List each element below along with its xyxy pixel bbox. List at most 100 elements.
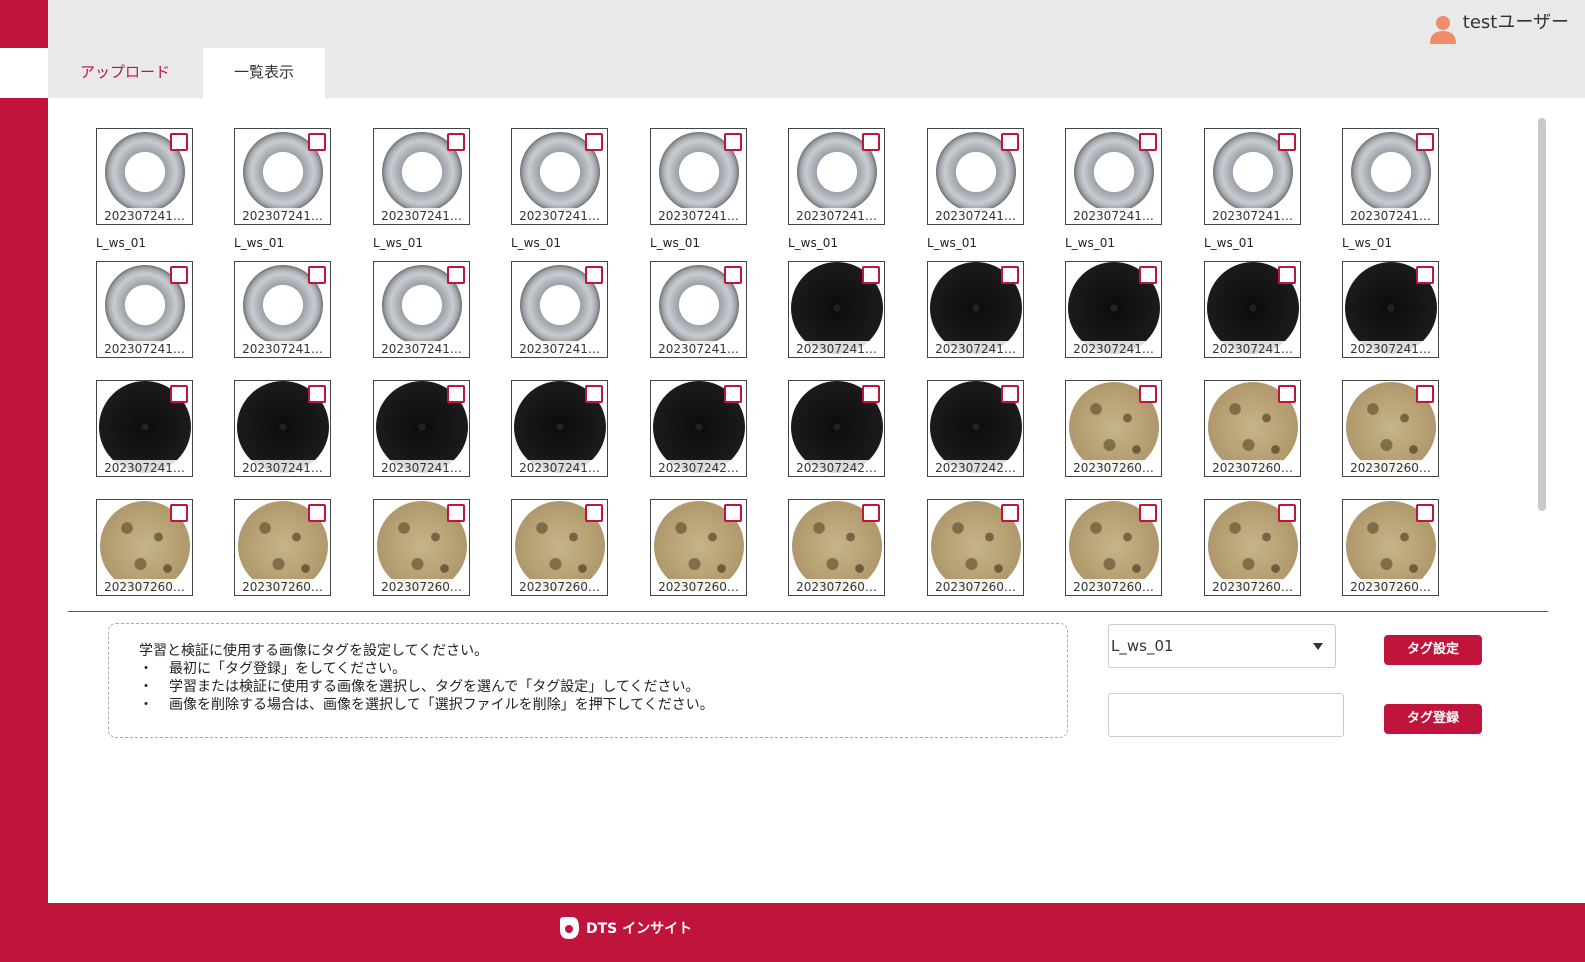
select-checkbox[interactable]: [724, 385, 742, 403]
image-thumbnail[interactable]: 202307241…: [927, 128, 1024, 225]
select-checkbox[interactable]: [1416, 504, 1434, 522]
select-checkbox[interactable]: [1139, 385, 1157, 403]
select-checkbox[interactable]: [1278, 266, 1296, 284]
select-checkbox[interactable]: [1416, 133, 1434, 151]
select-checkbox[interactable]: [862, 385, 880, 403]
thumbnail-filename: 202307241…: [928, 208, 1023, 224]
select-checkbox[interactable]: [585, 266, 603, 284]
select-checkbox[interactable]: [447, 504, 465, 522]
select-checkbox[interactable]: [308, 266, 326, 284]
image-thumbnail[interactable]: 202307260…: [234, 499, 331, 596]
image-thumbnail[interactable]: 202307241…: [234, 380, 331, 477]
select-checkbox[interactable]: [724, 504, 742, 522]
tab-upload[interactable]: アップロード: [60, 48, 190, 98]
image-thumbnail[interactable]: 202307241…: [511, 380, 608, 477]
select-checkbox[interactable]: [1278, 504, 1296, 522]
image-thumbnail[interactable]: 202307260…: [96, 499, 193, 596]
image-thumbnail[interactable]: 202307241…: [234, 261, 331, 358]
select-checkbox[interactable]: [585, 133, 603, 151]
select-checkbox[interactable]: [1139, 504, 1157, 522]
image-thumbnail[interactable]: 202307241…: [927, 261, 1024, 358]
image-thumbnail[interactable]: 202307241…: [788, 261, 885, 358]
select-checkbox[interactable]: [862, 266, 880, 284]
image-thumbnail[interactable]: 202307260…: [788, 499, 885, 596]
select-checkbox[interactable]: [1278, 385, 1296, 403]
user-menu[interactable]: testユーザー: [1429, 8, 1569, 44]
select-checkbox[interactable]: [1001, 504, 1019, 522]
thumbnail-filename: 202307241…: [235, 208, 330, 224]
select-checkbox[interactable]: [447, 266, 465, 284]
image-thumbnail[interactable]: 202307242…: [650, 380, 747, 477]
select-checkbox[interactable]: [585, 385, 603, 403]
image-thumbnail[interactable]: 202307242…: [788, 380, 885, 477]
thumbnail-filename: 202307260…: [1066, 579, 1161, 595]
select-checkbox[interactable]: [170, 133, 188, 151]
image-thumbnail[interactable]: 202307241…: [373, 261, 470, 358]
image-thumbnail[interactable]: 202307260…: [1204, 499, 1301, 596]
image-thumbnail[interactable]: 202307241…: [96, 380, 193, 477]
image-thumbnail[interactable]: 202307241…: [650, 128, 747, 225]
thumbnail-filename: 202307241…: [512, 341, 607, 357]
image-thumbnail[interactable]: 202307260…: [1204, 380, 1301, 477]
tag-name-input[interactable]: [1108, 693, 1344, 737]
image-thumbnail[interactable]: 202307241…: [234, 128, 331, 225]
tag-select-value: L_ws_01: [1111, 637, 1174, 655]
image-thumbnail[interactable]: 202307260…: [650, 499, 747, 596]
select-checkbox[interactable]: [724, 133, 742, 151]
select-checkbox[interactable]: [862, 133, 880, 151]
image-thumbnail[interactable]: 202307260…: [1342, 499, 1439, 596]
image-thumbnail[interactable]: 202307260…: [373, 499, 470, 596]
image-thumbnail[interactable]: 202307241…: [1065, 128, 1162, 225]
image-thumbnail[interactable]: 202307260…: [1065, 499, 1162, 596]
thumbnail-filename: 202307260…: [928, 579, 1023, 595]
image-thumbnail[interactable]: 202307260…: [1065, 380, 1162, 477]
tag-select[interactable]: L_ws_01: [1108, 624, 1336, 668]
select-checkbox[interactable]: [447, 385, 465, 403]
footer-logo-text: DTS インサイト: [586, 921, 693, 937]
select-checkbox[interactable]: [1416, 385, 1434, 403]
select-checkbox[interactable]: [1139, 266, 1157, 284]
image-thumbnail[interactable]: 202307241…: [1204, 128, 1301, 225]
image-thumbnail[interactable]: 202307241…: [1342, 261, 1439, 358]
image-thumbnail[interactable]: 202307242…: [927, 380, 1024, 477]
image-thumbnail[interactable]: 202307260…: [1342, 380, 1439, 477]
select-checkbox[interactable]: [1001, 266, 1019, 284]
image-thumbnail[interactable]: 202307241…: [1204, 261, 1301, 358]
image-thumbnail[interactable]: 202307260…: [927, 499, 1024, 596]
select-checkbox[interactable]: [308, 504, 326, 522]
select-checkbox[interactable]: [1001, 385, 1019, 403]
instruction-item: ・学習または検証に使用する画像を選択し、タグを選んで「タグ設定」してください。: [139, 679, 700, 695]
image-thumbnail[interactable]: 202307241…: [373, 380, 470, 477]
image-thumbnail[interactable]: 202307241…: [788, 128, 885, 225]
select-checkbox[interactable]: [1139, 133, 1157, 151]
select-checkbox[interactable]: [308, 133, 326, 151]
thumbnail-filename: 202307260…: [512, 579, 607, 595]
grid-scrollbar[interactable]: [1538, 118, 1546, 511]
select-checkbox[interactable]: [585, 504, 603, 522]
select-checkbox[interactable]: [308, 385, 326, 403]
select-checkbox[interactable]: [170, 385, 188, 403]
image-thumbnail[interactable]: 202307241…: [511, 128, 608, 225]
select-checkbox[interactable]: [170, 266, 188, 284]
select-checkbox[interactable]: [1278, 133, 1296, 151]
select-checkbox[interactable]: [724, 266, 742, 284]
tag-register-button[interactable]: タグ登録: [1384, 704, 1482, 734]
image-thumbnail[interactable]: 202307241…: [650, 261, 747, 358]
image-thumbnail[interactable]: 202307241…: [96, 128, 193, 225]
image-thumbnail[interactable]: 202307241…: [1065, 261, 1162, 358]
tab-list[interactable]: 一覧表示: [203, 48, 325, 98]
select-checkbox[interactable]: [1001, 133, 1019, 151]
thumbnail-filename: 202307242…: [651, 460, 746, 476]
image-thumbnail[interactable]: 202307241…: [1342, 128, 1439, 225]
thumbnail-filename: 202307260…: [1343, 579, 1438, 595]
select-checkbox[interactable]: [1416, 266, 1434, 284]
image-thumbnail[interactable]: 202307241…: [511, 261, 608, 358]
image-thumbnail[interactable]: 202307241…: [96, 261, 193, 358]
image-thumbnail[interactable]: 202307241…: [373, 128, 470, 225]
tag-set-button[interactable]: タグ設定: [1384, 635, 1482, 665]
instructions-title: 学習と検証に使用する画像にタグを設定してください。: [139, 643, 489, 659]
select-checkbox[interactable]: [862, 504, 880, 522]
select-checkbox[interactable]: [170, 504, 188, 522]
select-checkbox[interactable]: [447, 133, 465, 151]
image-thumbnail[interactable]: 202307260…: [511, 499, 608, 596]
